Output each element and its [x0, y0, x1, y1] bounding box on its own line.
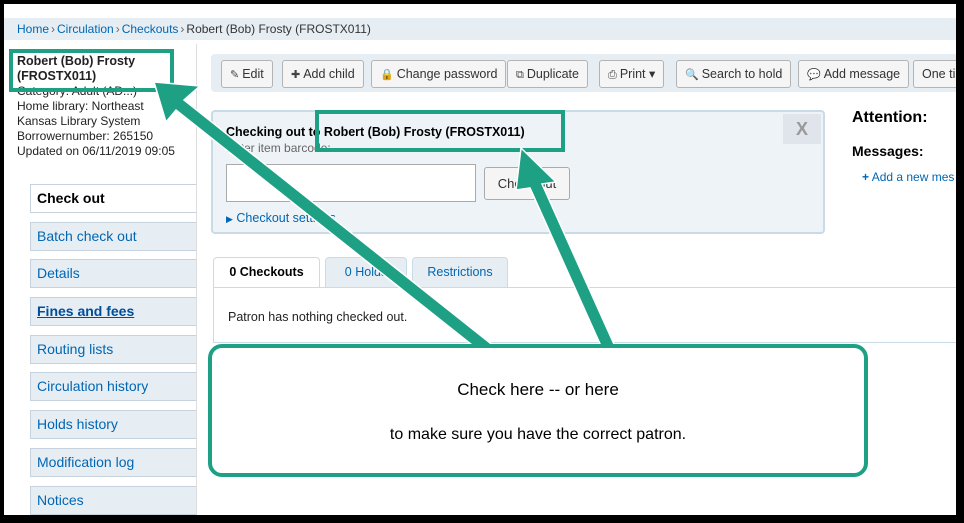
- callout-line-2: to make sure you have the correct patron…: [389, 426, 687, 443]
- left-arrow: [152, 81, 511, 370]
- koha-window: Home › Circulation › Checkouts › Robert (Bob) …: [4, 4, 956, 515]
- callout-line-1: Check here -- or here: [457, 380, 619, 399]
- annotation-callout: Check here -- or here to make sure you h…: [208, 344, 868, 477]
- right-arrow: [515, 146, 624, 367]
